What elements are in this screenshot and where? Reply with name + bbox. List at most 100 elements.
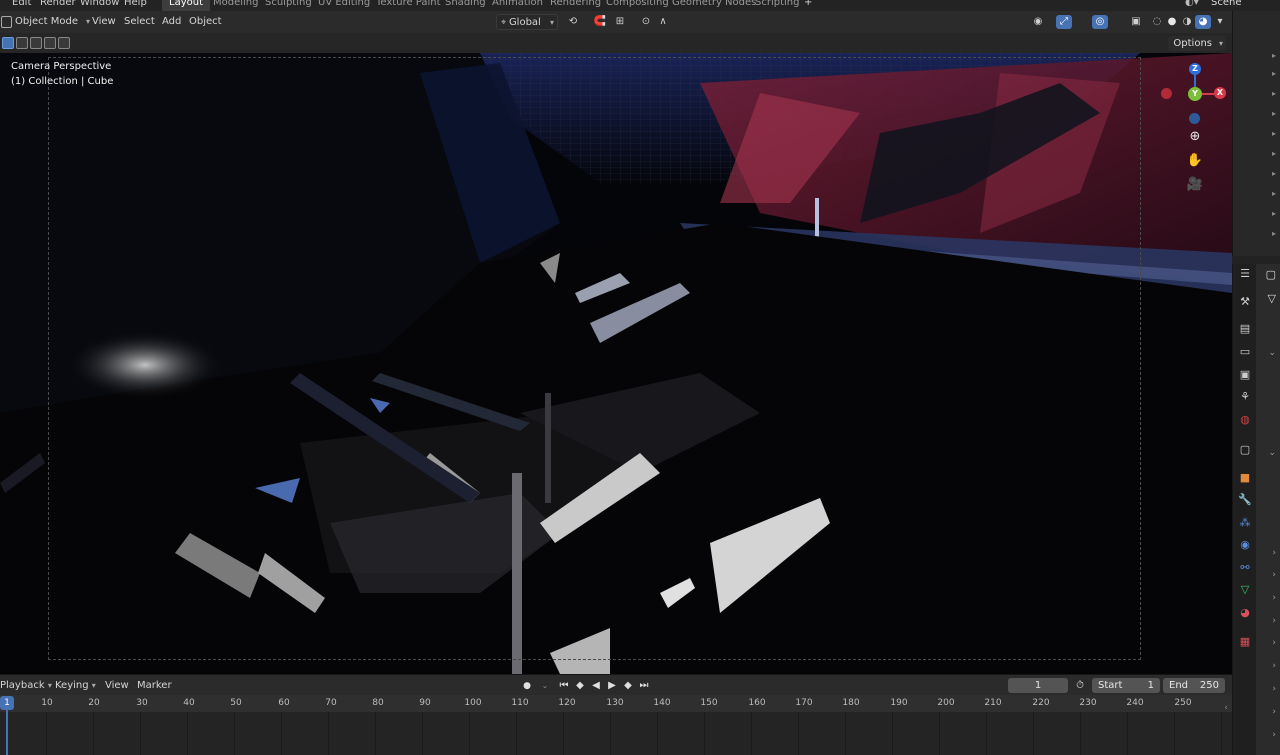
output-icon[interactable]: ▭ [1237,344,1253,360]
chevron-right-icon[interactable]: › [1272,684,1276,694]
chevron-down-icon[interactable]: ⌄ [538,679,552,693]
visibility-icon[interactable]: ◉ [1030,15,1046,29]
outliner-panel[interactable]: ▸ ▸ ▸ ▸ ▸ ▸ ▸ ▸ ▸ ▸ [1232,11,1280,256]
editor-type-icon[interactable]: ☰ [1237,266,1253,282]
3d-viewport[interactable]: Camera Perspective (1) Collection | Cube… [0,53,1232,674]
properties-panel[interactable]: ▢ ▽ ⌄ ⌄ › › › › › › › › › [1256,264,1280,755]
tab-animation[interactable]: Animation [485,0,550,11]
world-icon[interactable]: ◍ [1237,412,1253,428]
neg-z-axis-icon[interactable] [1189,113,1200,124]
menu-window[interactable]: Window [80,0,119,8]
tab-modeling[interactable]: Modeling [206,0,266,11]
jump-start-icon[interactable]: ⏮ [557,679,571,693]
view-layer-icon[interactable]: ▣ [1237,367,1253,383]
chevron-right-icon[interactable]: › [1272,730,1276,740]
chevron-right-icon[interactable]: ▸ [1272,189,1276,198]
y-axis-icon[interactable]: Y [1188,87,1202,101]
chevron-right-icon[interactable]: › [1272,593,1276,603]
options-dropdown[interactable]: Options ▾ [1168,36,1226,51]
chevron-right-icon[interactable]: ▸ [1272,169,1276,178]
snap-target-icon[interactable]: ⊞ [612,15,628,29]
editor-type-icon[interactable] [1,16,12,28]
jump-end-icon[interactable]: ⏭ [637,679,651,693]
timeline-view-menu[interactable]: View [105,678,129,694]
current-frame-marker[interactable]: 1 [0,696,14,710]
tab-uv-editing[interactable]: UV Editing [311,0,377,11]
record-icon[interactable]: ● [520,679,534,693]
timeline-tracks[interactable] [0,712,1232,755]
menu-edit[interactable]: Edit [12,0,31,8]
chevron-right-icon[interactable]: ▸ [1272,89,1276,98]
neg-x-axis-icon[interactable] [1161,88,1172,99]
timeline-area[interactable]: 10 20 30 40 50 60 70 80 90 100 110 120 1… [0,695,1232,755]
chevron-right-icon[interactable]: ▸ [1272,51,1276,60]
material-icon[interactable]: ◕ [1237,605,1253,621]
rendered-shading-icon[interactable]: ◕ [1195,15,1211,29]
playhead-line[interactable] [6,710,8,755]
particles-icon[interactable]: ⁂ [1237,515,1253,531]
select-invert-icon[interactable] [44,37,56,49]
stopwatch-icon[interactable]: ⏱ [1073,679,1087,693]
marker-menu[interactable]: Marker [137,678,172,694]
tab-layout[interactable]: Layout [162,0,210,11]
tab-sculpting[interactable]: Sculpting [258,0,319,11]
proportional-edit-icon[interactable]: ⊙ [638,15,654,29]
chevron-right-icon[interactable]: ▸ [1272,69,1276,78]
snap-icon[interactable]: 🧲 [592,15,608,29]
keying-menu[interactable]: Keying ▾ [55,678,96,694]
chevron-right-icon[interactable]: › [1272,638,1276,648]
select-subtract-icon[interactable] [30,37,42,49]
prev-keyframe-icon[interactable]: ◆ [573,679,587,693]
tab-texture-paint[interactable]: Texture Paint [369,0,448,11]
menu-help[interactable]: Help [124,0,147,8]
camera-view-icon[interactable]: 🎥 [1184,174,1206,196]
chevron-right-icon[interactable]: › [1272,570,1276,580]
gizmo-toggle-icon[interactable]: ⤢ [1056,15,1072,29]
chevron-right-icon[interactable]: ▸ [1272,109,1276,118]
z-axis-icon[interactable]: Z [1189,63,1201,75]
pan-hand-icon[interactable]: ✋ [1184,150,1206,172]
chevron-right-icon[interactable]: › [1272,661,1276,671]
playback-menu[interactable]: Playback ▾ [0,678,52,694]
chevron-right-icon[interactable]: ▸ [1272,229,1276,238]
pivot-icon[interactable]: ⟲ [565,15,581,29]
chevron-left-icon[interactable]: ‹ [1224,703,1228,713]
pin-icon[interactable]: ▢ [1266,268,1276,281]
play-reverse-icon[interactable]: ◀ [589,679,603,693]
chevron-right-icon[interactable]: ▸ [1272,149,1276,158]
chevron-right-icon[interactable]: › [1272,707,1276,717]
menu-select[interactable]: Select [124,14,155,30]
render-icon[interactable]: ▤ [1237,321,1253,337]
object-icon[interactable]: ■ [1237,470,1253,486]
frame-ruler[interactable]: 10 20 30 40 50 60 70 80 90 100 110 120 1… [0,695,1232,712]
select-extend-icon[interactable] [16,37,28,49]
falloff-icon[interactable]: ∧ [655,15,671,29]
end-frame-field[interactable]: End 250 [1163,678,1225,693]
chevron-right-icon[interactable]: ▸ [1272,129,1276,138]
x-axis-icon[interactable]: X [1214,87,1226,99]
menu-add[interactable]: Add [162,14,181,30]
transform-orientation-dropdown[interactable]: ⌖ Global ▾ [496,14,558,30]
play-icon[interactable]: ▶ [605,679,619,693]
current-frame-field[interactable]: 1 [1008,678,1068,693]
tool-icon[interactable]: ⚒ [1237,294,1253,310]
overlays-icon[interactable]: ◎ [1092,15,1108,29]
collection-icon[interactable]: ▢ [1237,442,1253,458]
mesh-icon[interactable]: ▽ [1268,292,1276,305]
shading-options-icon[interactable]: ▾ [1212,15,1228,29]
modifier-icon[interactable]: 🔧 [1237,492,1253,508]
chevron-right-icon[interactable]: › [1272,616,1276,626]
zoom-icon[interactable]: ⊕ [1184,126,1206,148]
navigation-gizmo[interactable]: Z Y X ⊕ ✋ 🎥 [1152,53,1232,193]
chevron-right-icon[interactable]: ▸ [1272,209,1276,218]
select-new-icon[interactable] [2,37,14,49]
wireframe-shading-icon[interactable]: ◌ [1149,15,1165,29]
menu-view[interactable]: View [92,14,116,30]
scene-icon[interactable]: ⚘ [1237,389,1253,405]
chevron-right-icon[interactable]: › [1272,548,1276,558]
constraints-icon[interactable]: ⚯ [1237,560,1253,576]
next-keyframe-icon[interactable]: ◆ [621,679,635,693]
chevron-down-icon[interactable]: ⌄ [1268,448,1276,458]
solid-shading-icon[interactable]: ● [1164,15,1180,29]
start-frame-field[interactable]: Start 1 [1092,678,1160,693]
